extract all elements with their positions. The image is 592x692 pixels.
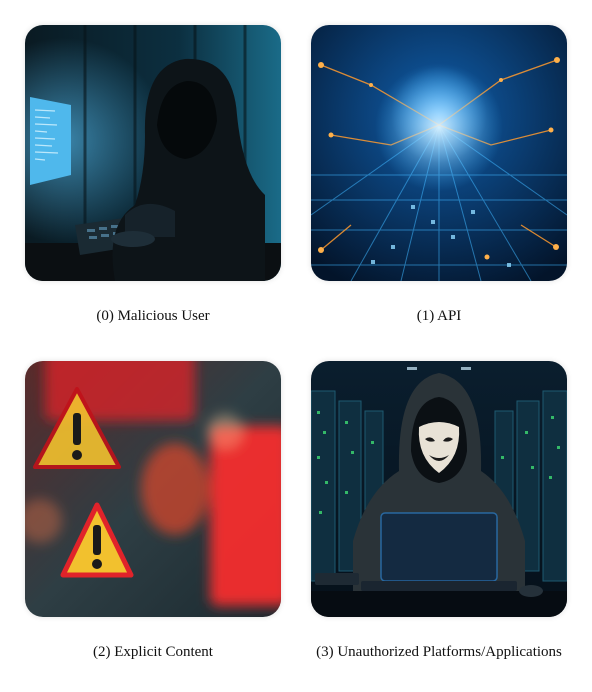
explicit-content-image [25, 361, 281, 617]
unauthorized-platforms-image [311, 361, 567, 617]
caption-malicious-user: (0) Malicious User [96, 308, 210, 324]
circuit-network-illustration [311, 25, 567, 281]
caption-unauthorized-platforms: (3) Unauthorized Platforms/Applications [316, 644, 562, 660]
hooded-hacker-illustration [25, 25, 281, 281]
server-room-hacker-illustration [311, 361, 567, 617]
caption-explicit-content: (2) Explicit Content [93, 644, 213, 660]
caption-api: (1) API [416, 308, 462, 324]
api-image [311, 25, 567, 281]
warning-signs-illustration [25, 361, 281, 617]
malicious-user-image [25, 25, 281, 281]
